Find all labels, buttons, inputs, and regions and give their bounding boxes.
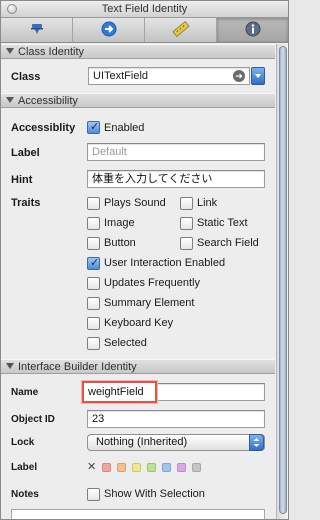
trait-label: Link xyxy=(197,197,218,209)
label-swatch-yellow[interactable] xyxy=(132,463,141,472)
show-with-selection-checkbox[interactable] xyxy=(87,488,100,501)
label-swatch-gray[interactable] xyxy=(192,463,201,472)
label-swatch-green[interactable] xyxy=(147,463,156,472)
disclosure-triangle-icon xyxy=(6,48,14,54)
label-swatch-orange[interactable] xyxy=(117,463,126,472)
checkmark-icon: ✓ xyxy=(90,257,100,269)
accessibility-label: Accessiblity xyxy=(11,122,76,134)
trait-label: User Interaction Enabled xyxy=(104,257,226,269)
attributes-icon xyxy=(29,22,45,39)
popup-arrows-icon xyxy=(249,434,264,451)
traits-label: Traits xyxy=(11,197,41,209)
label-swatch-purple[interactable] xyxy=(177,463,186,472)
trait-keyboard-key-checkbox[interactable] xyxy=(87,317,100,330)
navigate-arrow-icon[interactable]: ➜ xyxy=(233,70,245,82)
trait-image-checkbox[interactable] xyxy=(87,217,100,230)
trait-label: Keyboard Key xyxy=(104,317,174,329)
object-id-field[interactable]: 23 xyxy=(87,410,265,428)
notes-textarea[interactable] xyxy=(11,509,265,519)
section-header-ib-identity[interactable]: Interface Builder Identity xyxy=(1,359,275,374)
trait-label: Static Text xyxy=(197,217,248,229)
inspector-window: Text Field Identity Class Identity Class… xyxy=(0,0,289,520)
checkmark-icon: ✓ xyxy=(90,121,100,133)
trait-search-field-checkbox[interactable] xyxy=(180,237,193,250)
chevron-down-icon xyxy=(255,74,261,78)
notes-label: Notes xyxy=(11,489,39,500)
trait-label: Search Field xyxy=(197,237,259,249)
label-swatch-blue[interactable] xyxy=(162,463,171,472)
trait-link-checkbox[interactable] xyxy=(180,197,193,210)
trait-selected-checkbox[interactable] xyxy=(87,337,100,350)
section-header-class-identity[interactable]: Class Identity xyxy=(1,44,275,59)
close-button[interactable] xyxy=(7,4,17,14)
enabled-checkbox[interactable]: ✓ xyxy=(87,121,100,134)
show-with-selection-label: Show With Selection xyxy=(104,488,205,500)
trait-label: Summary Element xyxy=(104,297,195,309)
inspector-tab-bar xyxy=(1,18,288,43)
label-label: Label xyxy=(11,147,40,159)
no-label-icon[interactable]: ✕ xyxy=(87,460,96,473)
lock-label: Lock xyxy=(11,437,35,448)
enabled-label: Enabled xyxy=(104,122,145,134)
trait-plays-sound-checkbox[interactable] xyxy=(87,197,100,210)
trait-static-text-checkbox[interactable] xyxy=(180,217,193,230)
name-label: Name xyxy=(11,387,39,398)
trait-label: Selected xyxy=(104,337,147,349)
hint-label: Hint xyxy=(11,174,33,186)
class-label: Class xyxy=(11,71,41,83)
trait-label: Image xyxy=(104,217,135,229)
trait-label: Updates Frequently xyxy=(104,277,200,289)
connections-icon xyxy=(101,21,117,40)
tab-size[interactable] xyxy=(145,18,217,42)
disclosure-triangle-icon xyxy=(6,97,14,103)
trait-summary-element-checkbox[interactable] xyxy=(87,297,100,310)
window-title: Text Field Identity xyxy=(101,3,188,15)
object-id-label: Object ID xyxy=(11,414,55,425)
info-icon xyxy=(245,21,261,40)
trait-label: Plays Sound xyxy=(104,197,166,209)
name-field[interactable]: weightField xyxy=(82,381,157,403)
section-header-accessibility[interactable]: Accessibility xyxy=(1,93,275,108)
disclosure-triangle-icon xyxy=(6,363,14,369)
accessibility-label-field[interactable]: Default xyxy=(87,143,265,161)
scrollbar-thumb[interactable] xyxy=(279,46,287,514)
size-ruler-icon xyxy=(171,20,190,40)
title-bar[interactable]: Text Field Identity xyxy=(1,1,288,18)
vertical-scrollbar[interactable] xyxy=(276,44,288,519)
class-combo-field[interactable]: UITextField ➜ xyxy=(88,67,250,85)
section-title: Accessibility xyxy=(18,95,78,107)
tab-identity[interactable] xyxy=(217,18,288,42)
trait-label: Button xyxy=(104,237,136,249)
lock-value: Nothing (Inherited) xyxy=(96,436,188,448)
hint-field[interactable]: 体重を入力してください xyxy=(87,170,265,188)
inspector-content: Class Identity Class UITextField ➜ Acces… xyxy=(1,44,275,519)
tab-connections[interactable] xyxy=(73,18,145,42)
lock-popup[interactable]: Nothing (Inherited) xyxy=(87,434,265,451)
trait-user-interaction-checkbox[interactable]: ✓ xyxy=(87,257,100,270)
section-title: Class Identity xyxy=(18,46,85,58)
trait-updates-frequently-checkbox[interactable] xyxy=(87,277,100,290)
tab-attributes[interactable] xyxy=(1,18,73,42)
section-title: Interface Builder Identity xyxy=(18,361,137,373)
color-label-label: Label xyxy=(11,462,38,473)
trait-button-checkbox[interactable] xyxy=(87,237,100,250)
class-value: UITextField xyxy=(93,70,149,82)
label-swatch-red[interactable] xyxy=(102,463,111,472)
class-dropdown-button[interactable] xyxy=(251,67,265,85)
